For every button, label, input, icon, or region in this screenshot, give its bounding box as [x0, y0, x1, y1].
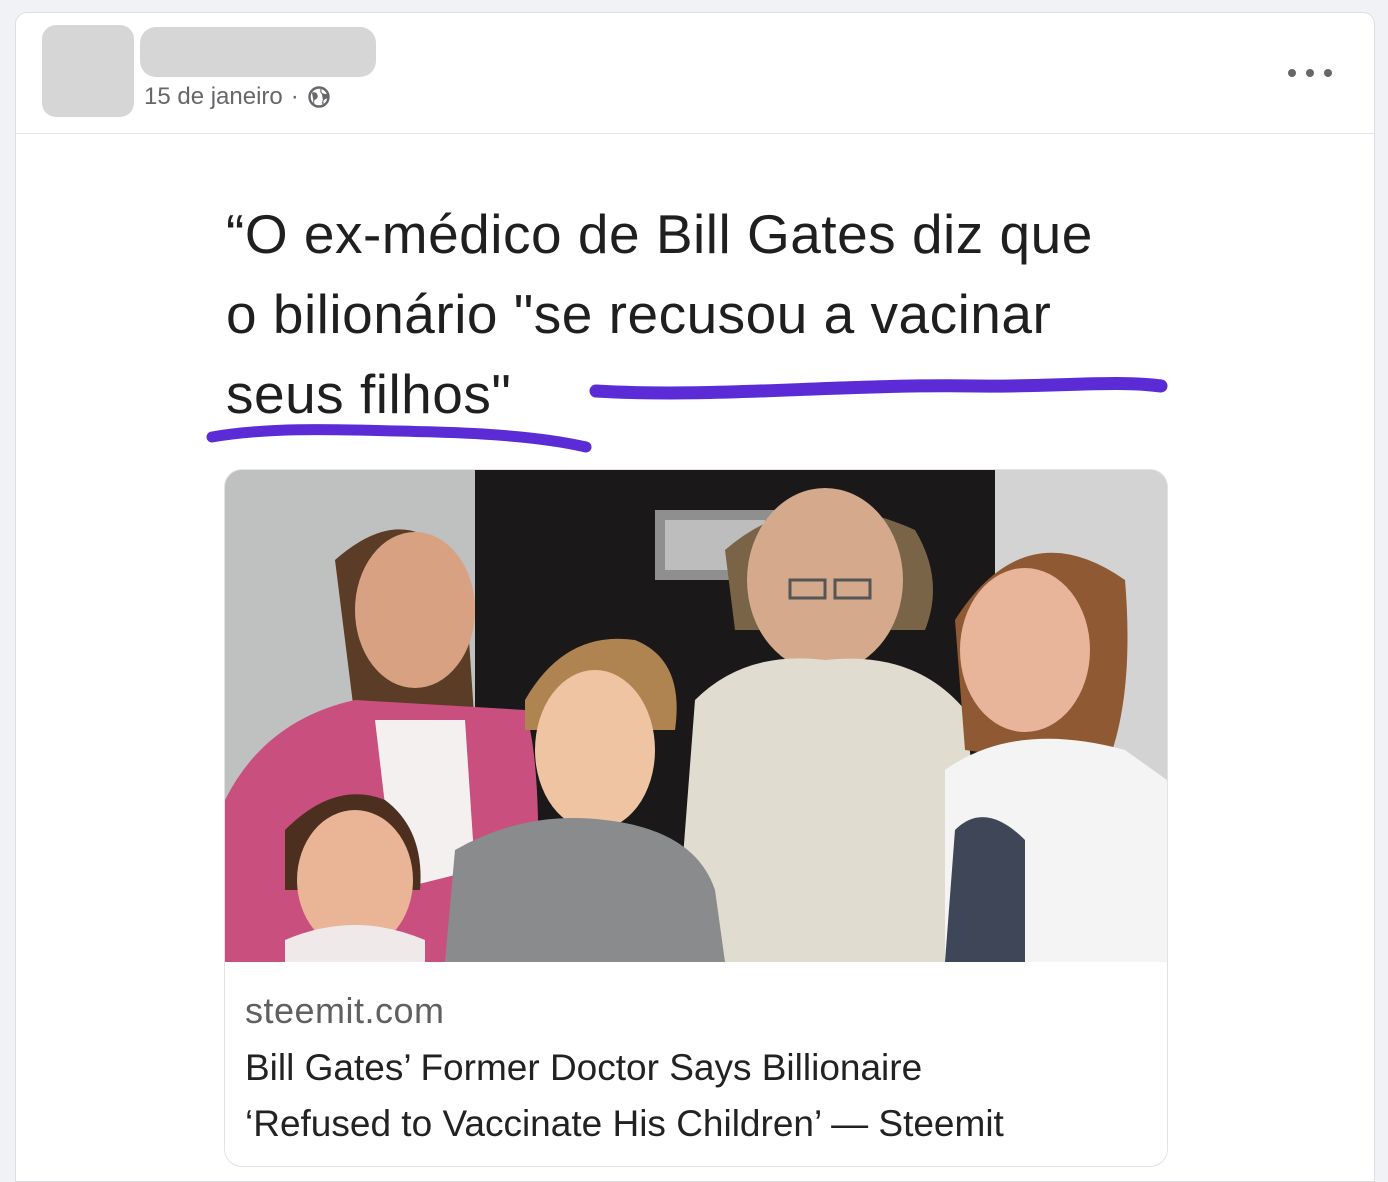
headline-line: Bill Gates’ Former Doctor Says Billionai…	[245, 1047, 923, 1088]
facebook-post: 15 de janeiro · “O ex-médico de Bill Gat…	[15, 12, 1375, 1182]
avatar[interactable]	[42, 25, 134, 117]
post-quote: “O ex-médico de Bill Gates diz que o bil…	[226, 194, 1186, 434]
meta-separator: ·	[290, 83, 299, 110]
more-options-icon[interactable]	[1288, 63, 1332, 83]
link-card-footer: steemit.com Bill Gates’ Former Doctor Sa…	[225, 962, 1167, 1166]
globe-icon[interactable]	[307, 85, 331, 109]
post-content: “O ex-médico de Bill Gates diz que o bil…	[16, 134, 1374, 1174]
link-headline[interactable]: Bill Gates’ Former Doctor Says Billionai…	[245, 1040, 1155, 1152]
post-header: 15 de janeiro ·	[16, 13, 1374, 134]
quote-line: “O ex-médico de Bill Gates diz que	[226, 203, 1093, 265]
quote-line: o bilionário "se recusou a vacinar	[226, 283, 1052, 345]
link-preview-card[interactable]: steemit.com Bill Gates’ Former Doctor Sa…	[224, 469, 1168, 1167]
headline-line: ‘Refused to Vaccinate His Children’ — St…	[245, 1103, 1004, 1144]
quote-line: seus filhos"	[226, 363, 512, 425]
post-meta: 15 de janeiro ·	[144, 83, 331, 111]
post-timestamp[interactable]: 15 de janeiro	[144, 83, 283, 111]
link-domain: steemit.com	[245, 990, 445, 1031]
family-photo	[225, 470, 1167, 962]
author-name-redacted[interactable]	[140, 27, 376, 77]
